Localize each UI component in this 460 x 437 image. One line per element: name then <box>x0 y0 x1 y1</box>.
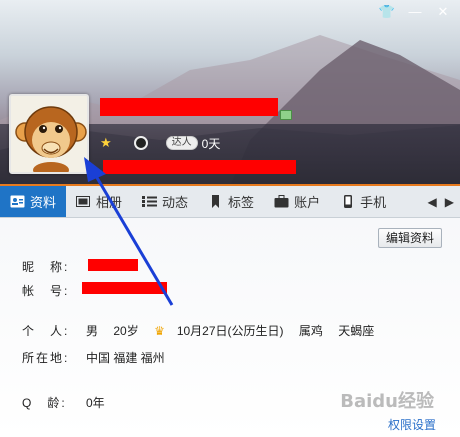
tab-label: 账户 <box>294 195 321 210</box>
tab-scroll: ◀ ▶ <box>428 186 460 217</box>
tab-feed[interactable]: 动态 <box>132 186 198 217</box>
mobile-phone-icon <box>344 195 353 208</box>
profile-details: 编辑资料 昵 称: 帐 号: 个 人: 男 20岁 ♛ 10月27日(公历生日) … <box>0 218 460 437</box>
location-label: 所在地: <box>22 350 70 365</box>
shirt-icon[interactable]: 👕 <box>376 3 398 21</box>
tab-album[interactable]: 相册 <box>66 186 132 217</box>
profile-card-icon <box>10 195 25 208</box>
penguin-icon <box>133 136 148 150</box>
tab-label: 资料 <box>30 195 57 210</box>
bookmark-icon <box>212 195 220 208</box>
redacted-name <box>100 98 278 116</box>
arrow-right-icon[interactable]: ▶ <box>445 195 454 209</box>
age: 20岁 <box>113 323 139 338</box>
window-controls: 👕 — ✕ <box>376 3 454 21</box>
avatar[interactable] <box>9 94 89 174</box>
permission-settings-link[interactable]: 权限设置 <box>388 416 436 433</box>
qage-row: Q 龄: 0年 <box>22 394 105 410</box>
gender: 男 <box>86 323 99 338</box>
tab-label: 标签 <box>228 195 255 210</box>
qage-label: Q 龄: <box>22 395 67 410</box>
tab-label: 动态 <box>162 195 189 210</box>
personal-label: 个 人: <box>22 323 70 338</box>
tab-label: 手机 <box>360 195 387 210</box>
zodiac: 属鸡 <box>298 323 323 338</box>
briefcase-icon <box>274 195 289 208</box>
daren-badge: 达人 <box>165 136 198 150</box>
minimize-icon[interactable]: — <box>404 3 426 21</box>
birthday: 10月27日(公历生日) <box>176 323 284 338</box>
arrow-left-icon[interactable]: ◀ <box>428 195 437 209</box>
close-icon[interactable]: ✕ <box>432 3 454 21</box>
tab-account[interactable]: 账户 <box>264 186 330 217</box>
tab-mobile[interactable]: 手机 <box>330 186 396 217</box>
photo-album-icon <box>76 196 91 207</box>
nickname-row: 昵 称: <box>22 258 86 274</box>
redacted-account <box>82 282 167 294</box>
personal-row: 个 人: 男 20岁 ♛ 10月27日(公历生日) 属鸡 天蝎座 <box>22 322 386 338</box>
birthday-crown-icon: ♛ <box>154 323 165 338</box>
tab-bar: 资料 相册 动态 标签 账户 手机 ◀ ▶ <box>0 186 460 218</box>
tab-tags[interactable]: 标签 <box>198 186 264 217</box>
monkey-avatar-icon <box>15 106 87 172</box>
level-row: ★ 达人 0天 <box>100 134 220 152</box>
vip-badge-icon <box>280 110 292 120</box>
qage: 0年 <box>86 395 105 410</box>
level-days: 0天 <box>201 136 221 151</box>
star-level-icon: ★ <box>100 135 112 150</box>
tab-profile[interactable]: 资料 <box>0 186 67 217</box>
account-label: 帐 号: <box>22 283 70 298</box>
star-sign: 天蝎座 <box>338 323 375 338</box>
personal-values: 男 20岁 ♛ 10月27日(公历生日) 属鸡 天蝎座 <box>86 322 386 339</box>
watermark: Baidu经验 <box>340 391 434 412</box>
nickname-label: 昵 称: <box>22 259 70 274</box>
location: 中国 福建 福州 <box>86 350 165 365</box>
feed-list-icon <box>142 196 158 207</box>
account-row: 帐 号: <box>22 282 86 298</box>
edit-profile-button[interactable]: 编辑资料 <box>377 228 442 248</box>
redacted-nickname <box>88 259 138 271</box>
redacted-signature <box>103 160 296 174</box>
location-row: 所在地: 中国 福建 福州 <box>22 349 165 365</box>
tab-label: 相册 <box>96 195 123 210</box>
